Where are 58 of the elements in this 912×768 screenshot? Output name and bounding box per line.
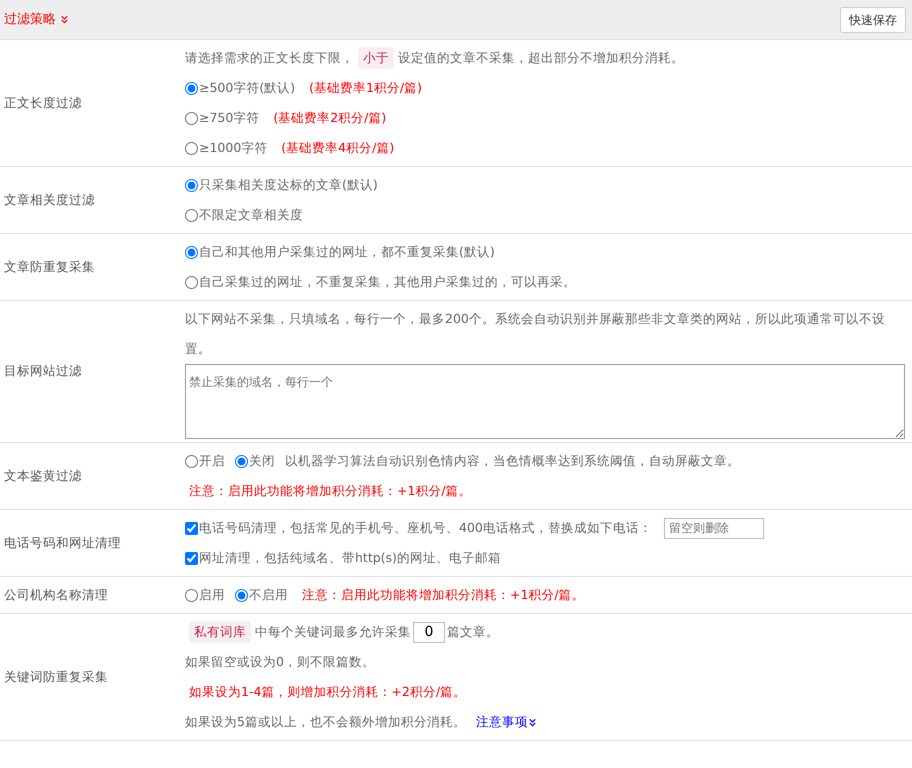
- domain-textarea[interactable]: 禁止采集的域名，每行一个: [185, 364, 905, 439]
- description-text: 如果设为5篇或以上，也不会额外增加积分消耗。: [185, 713, 466, 731]
- checkbox-label[interactable]: 网址清理，包括纯域名、带http(s)的网址、电子邮箱: [199, 543, 501, 573]
- field-label: 公司机构名称清理: [3, 586, 109, 604]
- radio-label[interactable]: ≥750字符: [199, 103, 260, 133]
- radio-button[interactable]: [185, 208, 198, 222]
- description-text: 如果留空或设为0，则不限篇数。: [185, 653, 375, 671]
- field-label: 文本鉴黄过滤: [3, 466, 83, 485]
- checkbox[interactable]: [185, 552, 198, 564]
- description-text: 请选择需求的正文长度下限，: [185, 49, 354, 67]
- radio-button[interactable]: [185, 246, 198, 258]
- radio-button[interactable]: [185, 276, 198, 288]
- warning-text: (基础费率1积分/篇): [309, 79, 422, 97]
- field-label: 正文长度过滤: [3, 94, 83, 112]
- warning-text: (基础费率2积分/篇): [273, 109, 386, 127]
- description-text: 中每个关键词最多允许采集: [255, 623, 411, 641]
- checkbox-label[interactable]: 电话号码清理，包括常见的手机号、座机号、400电话格式，替换成如下电话：: [199, 513, 652, 543]
- radio-label[interactable]: ≥500字符(默认): [199, 73, 296, 103]
- section-title[interactable]: 过滤策略: [4, 10, 69, 30]
- radio-label[interactable]: 不启用: [249, 580, 288, 610]
- warning-text: 注意：启用此功能将增加积分消耗：+1积分/篇。: [302, 586, 585, 604]
- radio-button[interactable]: [235, 588, 248, 602]
- radio-label[interactable]: 关闭: [249, 446, 275, 476]
- radio-label[interactable]: 不限定文章相关度: [199, 200, 303, 230]
- radio-label[interactable]: 启用: [199, 580, 225, 610]
- radio-label[interactable]: 只采集相关度达标的文章(默认): [199, 170, 378, 200]
- highlight-tag: 私有词库: [189, 621, 251, 643]
- radio-label[interactable]: 自己采集过的网址，不重复采集，其他用户采集过的，可以再采。: [199, 267, 576, 297]
- radio-button[interactable]: [185, 454, 198, 468]
- warning-text: (基础费率4积分/篇): [281, 139, 394, 157]
- radio-button[interactable]: [185, 82, 198, 94]
- field-label: 目标网站过滤: [3, 362, 83, 380]
- checkbox[interactable]: [185, 522, 198, 534]
- field-label: 关键词防重复采集: [3, 668, 109, 686]
- input-field[interactable]: 留空则删除: [664, 518, 764, 538]
- description-text: 设定值的文章不采集，超出部分不增加积分消耗。: [398, 49, 684, 67]
- highlight-tag: 小于: [358, 47, 394, 69]
- radio-button[interactable]: [185, 178, 198, 192]
- field-label: 文章相关度过滤: [3, 190, 96, 209]
- description-text: 以下网站不采集，只填域名，每行一个，最多200个。系统会自动识别并屏蔽那些非文章类的网站，所以此项通常可以不设置。: [185, 311, 885, 356]
- description-text: 篇文章。: [447, 623, 499, 641]
- radio-label[interactable]: 自己和其他用户采集过的网址，都不重复采集(默认): [199, 237, 495, 267]
- warning-text: 注意：启用此功能将增加积分消耗：+1积分/篇。: [189, 482, 472, 500]
- radio-button[interactable]: [185, 112, 198, 124]
- radio-label[interactable]: 开启: [199, 446, 225, 476]
- notice-link[interactable]: 注意事项: [476, 707, 537, 737]
- warning-text: 如果设为1-4篇，则增加积分消耗：+2积分/篇。: [189, 683, 466, 701]
- radio-label[interactable]: ≥1000字符: [199, 133, 268, 163]
- description-text: 以机器学习算法自动识别色情内容，当色情概率达到系统阈值，自动屏蔽文章。: [285, 452, 740, 470]
- radio-button[interactable]: [185, 588, 198, 602]
- save-button[interactable]: 快速保存: [840, 6, 906, 32]
- field-label: 文章防重复采集: [3, 258, 96, 276]
- chevron-down-icon: [60, 15, 69, 24]
- radio-button[interactable]: [185, 142, 198, 154]
- chevron-down-icon: [528, 718, 537, 726]
- input-field[interactable]: 0: [413, 622, 445, 642]
- field-label: 电话号码和网址清理: [3, 534, 122, 552]
- radio-button[interactable]: [235, 454, 248, 468]
